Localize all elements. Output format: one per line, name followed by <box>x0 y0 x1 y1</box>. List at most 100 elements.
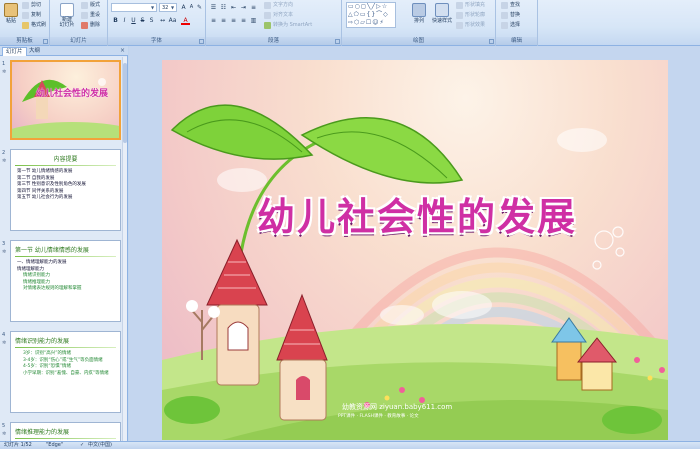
shapes-gallery[interactable]: ▭○◻╲╱▷☆ △⬠▭{}⌒◇ ⇨⬡▱☐☺⚡ <box>346 2 396 28</box>
paragraph-group: ☰ ☷ ⇤ ⇥ ≡ ≡ ≡ ≡ ≡ ▥ 文字方向 对齐文本 转换为 SmartA… <box>206 0 342 46</box>
shape-effects-button[interactable]: 形状效果 <box>456 21 485 30</box>
slide-number: 3 <box>2 241 6 247</box>
font-color-button[interactable]: A <box>181 16 190 25</box>
language-icon[interactable]: ✓ <box>80 442 84 449</box>
arrange-icon <box>412 3 426 17</box>
thumb-title: 内容提要 <box>53 156 78 163</box>
arrange-button[interactable]: 排列 <box>410 2 428 30</box>
strikethrough-button[interactable]: S <box>138 16 147 25</box>
paste-icon <box>4 3 18 17</box>
editing-label: 编辑 <box>496 37 537 45</box>
align-center-button[interactable]: ≡ <box>219 16 228 25</box>
bullets-button[interactable]: ☰ <box>209 3 218 12</box>
editing-group: 查找 替换 选择 编辑 <box>496 0 538 46</box>
find-button[interactable]: 查找 <box>501 1 520 10</box>
slide-title[interactable]: 幼儿社会性的发展 <box>257 186 657 241</box>
format-painter-button[interactable]: 格式刷 <box>22 21 46 30</box>
font-label: 字体 <box>108 37 205 45</box>
effects-icon <box>456 22 463 29</box>
drawing-launcher[interactable] <box>489 39 494 44</box>
clipboard-group: 粘贴 剪切 复制 格式刷 剪贴板 <box>0 0 50 46</box>
replace-button[interactable]: 替换 <box>501 11 520 20</box>
slide-thumbnail[interactable]: 情绪推理能力的发展 <box>10 422 121 441</box>
font-name-combo[interactable]: ▼ <box>111 3 157 12</box>
text-direction-button[interactable]: 文字方向 <box>264 1 293 10</box>
line-spacing-button[interactable]: ≡ <box>249 3 258 12</box>
quick-styles-button[interactable]: 快速样式 <box>430 2 454 30</box>
thumb-title: 第一节 幼儿情绪情感的发展 <box>15 247 89 254</box>
reset-icon <box>81 12 88 19</box>
language[interactable]: 中文(中国) <box>88 442 112 449</box>
paragraph-launcher[interactable] <box>335 39 340 44</box>
layout-button[interactable]: 版式 <box>81 1 100 10</box>
convert-smartart-button[interactable]: 转换为 SmartArt <box>264 21 312 30</box>
paste-button[interactable]: 粘贴 <box>2 2 20 30</box>
scroll-thumb[interactable] <box>123 63 127 143</box>
clipboard-label: 剪贴板 <box>0 37 49 45</box>
slides-label: 幻灯片 <box>50 37 107 45</box>
clear-format-button[interactable]: ✎ <box>195 3 204 12</box>
slide-number: 2 <box>2 150 6 156</box>
decrease-indent-button[interactable]: ⇤ <box>229 3 238 12</box>
slide-number: 4 <box>2 332 6 338</box>
watermark: 幼教资源网 ziyuan.baby611.com <box>342 403 453 411</box>
italic-button[interactable]: I <box>120 16 129 25</box>
new-slide-button[interactable]: 新建 幻灯片 <box>56 2 78 30</box>
new-slide-icon <box>60 3 74 17</box>
select-button[interactable]: 选择 <box>501 21 520 30</box>
align-text-icon <box>264 12 271 19</box>
font-group: ▼ 32 ▼ A A ✎ B I U S S ↔ Aa A 字体 <box>108 0 206 46</box>
thumb-divider <box>15 438 116 439</box>
animation-star-icon: ✲ <box>2 158 7 164</box>
clipboard-launcher[interactable] <box>43 39 48 44</box>
current-slide[interactable]: 幼儿社会性的发展 幼教资源网 ziyuan.baby611.com PPT课件 … <box>162 60 668 440</box>
tab-outline[interactable]: 大纲 <box>26 47 43 56</box>
tab-slides[interactable]: 幻灯片 <box>2 47 27 56</box>
align-left-button[interactable]: ≡ <box>209 16 218 25</box>
delete-icon <box>81 22 88 29</box>
columns-button[interactable]: ▥ <box>249 16 258 25</box>
justify-button[interactable]: ≡ <box>239 16 248 25</box>
ribbon: 粘贴 剪切 复制 格式刷 剪贴板 新建 幻灯片 版式 重设 删除 幻灯片 ▼ 3… <box>0 0 700 46</box>
bold-button[interactable]: B <box>111 16 120 25</box>
slide-thumbnail[interactable]: 内容提要 第一节 幼儿情绪情感的发展 第二节 自我的发展 第三节 性别意识及性别… <box>10 149 121 231</box>
slide-canvas: 幼儿社会性的发展 幼教资源网 ziyuan.baby611.com PPT课件 … <box>129 46 700 441</box>
slide-number: 5 <box>2 423 6 429</box>
paragraph-label: 段落 <box>206 37 341 45</box>
reset-button[interactable]: 重设 <box>81 11 100 20</box>
shape-fill-button[interactable]: 形状填充 <box>456 1 485 10</box>
theme-name: "Edge" <box>46 442 64 448</box>
copy-button[interactable]: 复制 <box>22 11 41 20</box>
slide-counter: 幻灯片 1/52 <box>4 442 32 448</box>
pane-scrollbar[interactable] <box>122 57 127 441</box>
shape-outline-button[interactable]: 形状轮廓 <box>456 11 485 20</box>
change-case-button[interactable]: Aa <box>168 16 177 25</box>
slide-thumbnail[interactable]: 幼儿社会性的发展 <box>10 60 121 140</box>
align-text-button[interactable]: 对齐文本 <box>264 11 293 20</box>
close-icon[interactable]: × <box>120 47 125 54</box>
slide-thumbnail[interactable]: 情绪识别能力的发展 3岁：识别“高兴”的情绪 3-4岁：识别“伤心”或“生气”等… <box>10 331 121 413</box>
slide-number: 1 <box>2 61 6 67</box>
shadow-button[interactable]: S <box>147 16 156 25</box>
scissors-icon <box>22 2 29 9</box>
pane-tabs: 幻灯片 大纲 × <box>0 46 128 56</box>
underline-button[interactable]: U <box>129 16 138 25</box>
font-size-combo[interactable]: 32 ▼ <box>159 3 177 12</box>
align-right-button[interactable]: ≡ <box>229 16 238 25</box>
font-launcher[interactable] <box>199 39 204 44</box>
spacing-button[interactable]: ↔ <box>158 16 167 25</box>
slide-artwork <box>162 104 668 440</box>
numbering-button[interactable]: ☷ <box>219 3 228 12</box>
thumbnail-list[interactable]: 1 ✲ 幼儿社会性的发展 2 ✲ 内容提要 第一节 幼儿情绪情感的发展 第二节 … <box>0 57 128 441</box>
slides-pane: 幻灯片 大纲 × 1 ✲ 幼儿社会性的发展 2 ✲ 内容提要 第一节 幼儿情绪情… <box>0 46 128 441</box>
slide-1-artwork <box>12 78 119 138</box>
increase-indent-button[interactable]: ⇥ <box>239 3 248 12</box>
delete-button[interactable]: 删除 <box>81 21 100 30</box>
quick-styles-icon <box>435 3 449 17</box>
cut-button[interactable]: 剪切 <box>22 1 41 10</box>
drawing-label: 绘图 <box>342 37 495 45</box>
slide-thumbnail[interactable]: 第一节 幼儿情绪情感的发展 一、情绪理解能力的发展 情绪理解能力 情绪识别能力 … <box>10 240 121 322</box>
brush-icon <box>22 22 29 29</box>
animation-star-icon: ✲ <box>2 249 7 255</box>
outline-pen-icon <box>456 12 463 19</box>
